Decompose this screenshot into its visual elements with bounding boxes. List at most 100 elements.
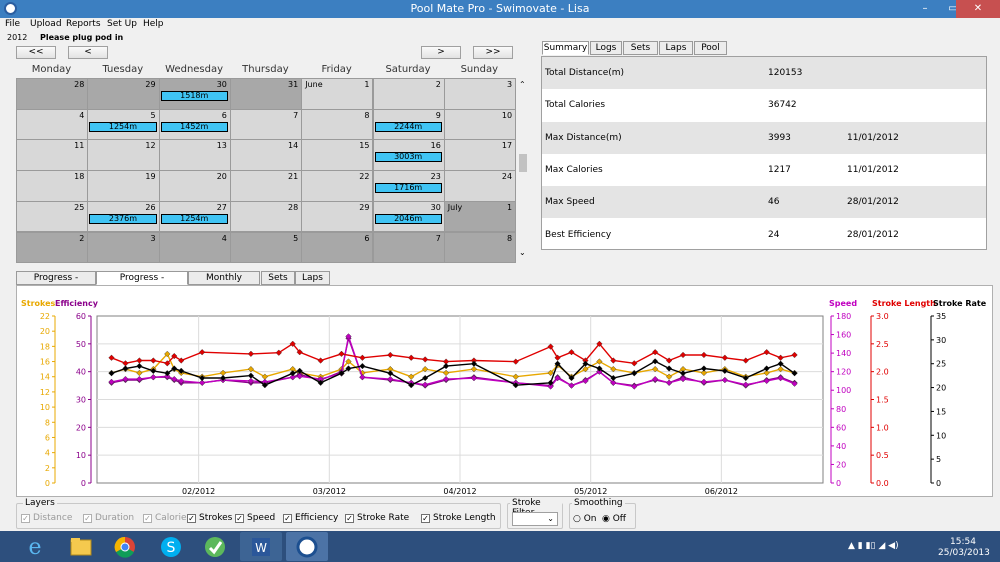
chart-tab[interactable]: Monthly Volume: [188, 271, 260, 295]
scroll-down-arrow[interactable]: ⌄: [519, 248, 526, 257]
calendar-day[interactable]: 25: [16, 200, 89, 233]
calendar-day[interactable]: 2: [372, 78, 445, 110]
calendar-day[interactable]: 4: [16, 108, 89, 141]
tab-sets[interactable]: Sets: [623, 41, 658, 55]
smoothing-off-radio[interactable]: ◉ Off: [602, 514, 626, 524]
swim-entry[interactable]: 2376m: [89, 213, 157, 224]
swim-entry[interactable]: 1254m: [89, 121, 157, 132]
summary-row: Total Distance(m) 120153: [542, 57, 986, 89]
poolmate-icon[interactable]: [286, 532, 328, 561]
calendar-day[interactable]: 11: [16, 139, 89, 172]
clock-date[interactable]: 25/03/2013: [938, 548, 990, 558]
prev-month-button[interactable]: <: [68, 46, 108, 59]
chart-tab[interactable]: Sets: [261, 271, 295, 285]
calendar-day[interactable]: 19: [87, 170, 160, 202]
calendar-day[interactable]: 7: [229, 108, 303, 141]
calendar-day[interactable]: 2: [16, 231, 89, 264]
calendar-day[interactable]: 4: [158, 231, 231, 264]
swim-entry[interactable]: 1716m: [374, 183, 442, 194]
menu-help[interactable]: Help: [143, 19, 164, 29]
app-icon-green[interactable]: [194, 532, 236, 561]
calendar-day[interactable]: 18: [16, 170, 89, 202]
tab-logs[interactable]: Logs: [590, 41, 622, 55]
calendar-day[interactable]: 30 2046m: [372, 200, 445, 233]
tab-laps[interactable]: Laps: [659, 41, 693, 55]
calendar-day[interactable]: 7: [372, 231, 445, 264]
calendar-day[interactable]: 13: [158, 139, 231, 172]
scroll-thumb[interactable]: [519, 154, 527, 172]
chart-tab[interactable]: Progress - Volume: [16, 271, 96, 295]
chart-tab[interactable]: Progress - Technique: [96, 271, 188, 295]
swim-entry[interactable]: 1518m: [160, 91, 228, 101]
calendar-scrollbar[interactable]: ⌃ ⌄: [516, 78, 530, 262]
calendar-day[interactable]: 5 1254m: [87, 108, 160, 141]
clock-time[interactable]: 15:54: [950, 537, 976, 547]
smoothing-on-radio[interactable]: ○ On: [573, 514, 597, 524]
menu-file[interactable]: File: [5, 19, 20, 29]
calendar-day[interactable]: 21: [229, 170, 303, 202]
day-number: 6: [364, 233, 370, 243]
calendar-day[interactable]: 12: [87, 139, 160, 172]
calendar-day[interactable]: 1 July: [443, 200, 517, 233]
close-button[interactable]: ✕: [956, 0, 1000, 18]
day-number: 24: [501, 172, 513, 182]
swim-entry[interactable]: 3003m: [374, 152, 442, 163]
calendar-day[interactable]: 8: [443, 231, 517, 264]
prev-year-button[interactable]: <<: [16, 46, 56, 59]
swim-entry[interactable]: 2244m: [374, 121, 442, 132]
stroke-filter-select[interactable]: ⌄: [512, 512, 558, 526]
next-year-button[interactable]: >>: [473, 46, 513, 59]
swim-entry[interactable]: 2046m: [374, 213, 442, 224]
calendar-day[interactable]: 30 1518m: [158, 78, 231, 110]
calendar-day[interactable]: 6 1452m: [158, 108, 231, 141]
calendar-day[interactable]: 3: [87, 231, 160, 264]
summary-label: Max Calories: [545, 164, 603, 175]
calendar-day[interactable]: 16 3003m: [372, 139, 445, 172]
calendar-day[interactable]: 24: [443, 170, 517, 202]
calendar-day[interactable]: 27 1254m: [158, 200, 231, 233]
calendar-day[interactable]: 17: [443, 139, 517, 172]
swim-entry[interactable]: 1254m: [160, 213, 228, 224]
calendar-day[interactable]: 26 2376m: [87, 200, 160, 233]
calendar-day[interactable]: 23 1716m: [372, 170, 445, 202]
calendar-day[interactable]: 31: [229, 78, 303, 110]
chart-tab[interactable]: Laps: [295, 271, 330, 285]
layer-checkbox[interactable]: ✓ Stroke Rate: [345, 513, 409, 523]
explorer-icon[interactable]: [60, 532, 102, 561]
skype-icon[interactable]: S: [150, 532, 192, 561]
chrome-icon[interactable]: [104, 532, 146, 561]
minimize-button[interactable]: –: [912, 0, 938, 18]
calendar-day[interactable]: 22: [301, 170, 374, 202]
scroll-up-arrow[interactable]: ⌃: [519, 80, 526, 89]
calendar-day[interactable]: 29: [301, 200, 374, 233]
menu-reports[interactable]: Reports: [66, 19, 101, 29]
ie-icon[interactable]: e: [14, 532, 56, 561]
calendar-day[interactable]: 3: [443, 78, 517, 110]
tab-summary[interactable]: Summary: [542, 41, 589, 55]
calendar-day[interactable]: 10: [443, 108, 517, 141]
calendar-day[interactable]: 9 2244m: [372, 108, 445, 141]
calendar-day[interactable]: 6: [301, 231, 374, 264]
word-icon[interactable]: W: [240, 532, 282, 561]
calendar-day[interactable]: 29: [87, 78, 160, 110]
calendar-day[interactable]: 14: [229, 139, 303, 172]
tray-icons[interactable]: ▲ ▮ ▮▯ ◢ ◀): [848, 541, 899, 551]
strokes-tick-label: 2: [45, 464, 50, 473]
menu-upload[interactable]: Upload: [30, 19, 62, 29]
layer-checkbox[interactable]: ✓ Efficiency: [283, 513, 338, 523]
next-month-button[interactable]: >: [421, 46, 461, 59]
menu-setup[interactable]: Set Up: [107, 19, 137, 29]
layer-checkbox[interactable]: ✓ Stroke Length: [421, 513, 496, 523]
calendar-day[interactable]: 15: [301, 139, 374, 172]
layer-checkbox[interactable]: ✓ Strokes: [187, 513, 232, 523]
tab-pool[interactable]: Pool: [694, 41, 727, 55]
calendar-day[interactable]: 20: [158, 170, 231, 202]
calendar-day[interactable]: 28: [229, 200, 303, 233]
calendar-day[interactable]: 8: [301, 108, 374, 141]
swim-entry[interactable]: 1452m: [160, 121, 228, 132]
day-number: 4: [79, 110, 85, 120]
calendar-day[interactable]: 28: [16, 78, 89, 110]
calendar-day[interactable]: 5: [229, 231, 303, 264]
layer-checkbox[interactable]: ✓ Speed: [235, 513, 275, 523]
calendar-day[interactable]: 1 June: [301, 78, 374, 110]
